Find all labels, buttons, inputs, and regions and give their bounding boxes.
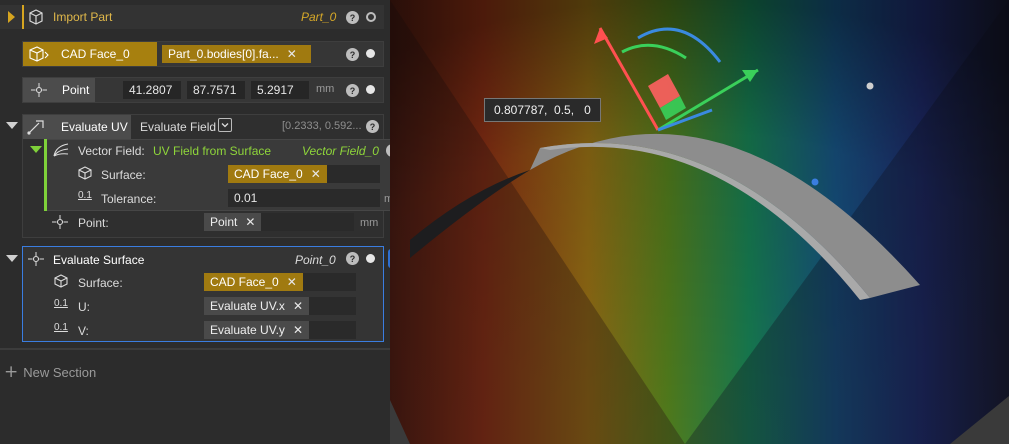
point-x-field[interactable]: 41.2807 [123,81,181,99]
point-z-field[interactable]: 5.2917 [251,81,309,99]
status-dot-icon[interactable] [366,85,375,94]
vector-field-label: Vector Field: [78,144,145,158]
point-icon [52,215,68,232]
help-icon[interactable]: ? [366,120,379,133]
surface-icon [54,274,68,291]
vector-field-value[interactable]: UV Field from Surface [153,144,271,158]
import-part-label: Import Part [53,10,113,24]
point-icon [31,83,47,100]
3d-viewport[interactable] [390,0,1009,444]
cad-face-header[interactable]: CAD Face_0 [23,42,157,66]
evaluate-surface-label: Evaluate Surface [53,253,145,267]
number-icon: 0.1 [54,298,68,309]
point-input-label: Point: [78,216,109,230]
remove-selection-icon[interactable]: ✕ [311,167,321,181]
chevron-down-icon [221,123,229,128]
divider [0,348,390,350]
cad-face-selection-chip[interactable]: Part_0.bodies[0].fa... ✕ [162,45,311,63]
number-icon: 0.1 [54,322,68,333]
import-part-row[interactable]: Import Part Part_0 ? [0,5,384,29]
number-icon: 0.1 [78,190,92,201]
remove-selection-icon[interactable]: ✕ [287,275,297,289]
status-ring-icon[interactable] [366,12,376,22]
import-part-output: Part_0 [301,10,337,24]
help-icon[interactable]: ? [346,84,359,97]
remove-selection-icon[interactable]: ✕ [293,299,303,313]
evaluate-uv-icon [27,119,45,138]
v-label: V: [78,324,89,338]
collapse-arrow-icon[interactable] [8,11,15,23]
tolerance-field[interactable]: 0.01 [228,189,380,207]
remove-selection-icon[interactable]: ✕ [245,215,255,229]
v-chip-text: Evaluate UV.y [210,323,285,337]
u-label: U: [78,300,90,314]
cad-face-selection-text: Part_0.bodies[0].fa... [168,47,279,61]
point-icon [28,252,44,269]
remove-selection-icon[interactable]: ✕ [287,47,297,61]
point-chip[interactable]: Point ✕ [204,213,262,231]
surface-label: Surface: [78,276,123,290]
status-dot-icon[interactable] [366,49,375,58]
help-icon[interactable]: ? [346,11,359,24]
v-chip[interactable]: Evaluate UV.y ✕ [204,321,309,339]
new-section-button[interactable]: + New Section [4,362,96,382]
node-panel: Import Part Part_0 ? CAD Face_0 Part_0.b… [0,0,406,444]
point-y-field[interactable]: 87.7571 [187,81,245,99]
vector-field-output: Vector Field_0 [302,144,379,158]
new-section-label: New Section [23,364,97,380]
cad-face-label: CAD Face_0 [61,47,130,61]
tolerance-label: Tolerance: [101,192,157,206]
collapse-arrow-icon[interactable] [6,122,18,129]
help-icon[interactable]: ? [346,48,359,61]
surface-icon [78,166,92,183]
collapse-arrow-icon[interactable] [30,146,42,153]
status-dot-icon[interactable] [366,254,375,263]
uv-tooltip: 0.807787, 0.5, 0 [484,98,601,122]
plus-icon: + [4,362,19,382]
point-input-unit: mm [360,217,379,229]
viewport-scene[interactable] [390,0,1009,444]
surface-chip[interactable]: CAD Face_0 ✕ [204,273,303,291]
point-label: Point [62,83,90,97]
surface-label: Surface: [101,168,146,182]
surface-chip[interactable]: CAD Face_0 ✕ [228,165,327,183]
face-select-icon [28,46,50,65]
evaluate-uv-label: Evaluate UV [61,120,128,134]
evaluate-field-label: Evaluate Field [140,120,217,134]
vector-field-icon [52,142,70,161]
u-chip-text: Evaluate UV.x [210,299,285,313]
evaluate-uv-header[interactable]: Evaluate UV [23,115,131,139]
surface-chip-text: CAD Face_0 [234,167,303,181]
help-icon[interactable]: ? [346,252,359,265]
collapse-arrow-icon[interactable] [6,255,18,262]
u-chip[interactable]: Evaluate UV.x ✕ [204,297,309,315]
surface-chip-text: CAD Face_0 [210,275,279,289]
evaluate-surface-output: Point_0 [295,253,336,267]
point-header[interactable]: Point [23,78,95,102]
cube-icon [28,9,44,28]
evaluate-field-dropdown[interactable] [218,118,232,132]
point-chip-text: Point [210,215,238,229]
remove-selection-icon[interactable]: ✕ [293,323,303,337]
evaluate-uv-result: [0.2333, 0.592... [282,120,362,132]
point-unit: mm [316,83,335,95]
